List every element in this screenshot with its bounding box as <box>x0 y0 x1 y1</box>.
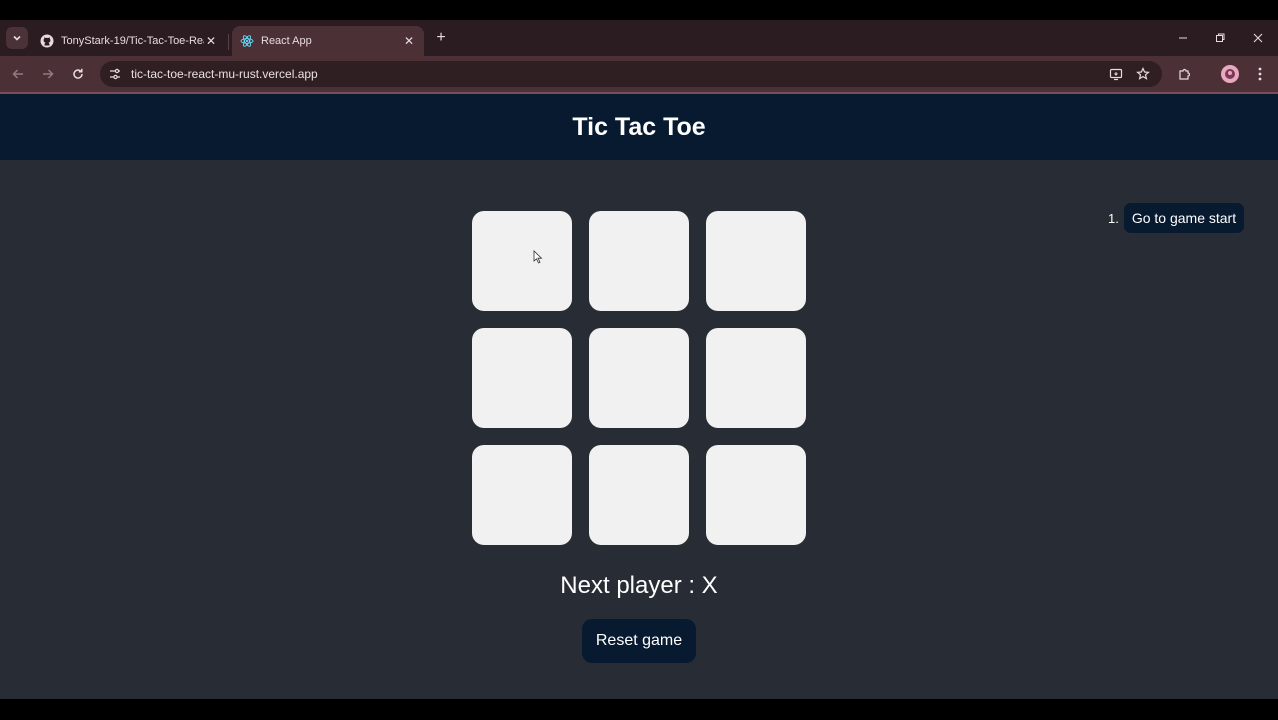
site-settings-icon[interactable] <box>107 66 123 82</box>
bookmark-star-icon[interactable] <box>1135 66 1151 82</box>
page-content: Tic Tac Toe Next player : X Reset game 1… <box>0 94 1278 699</box>
profile-avatar[interactable] <box>1221 65 1239 83</box>
board-square-1[interactable] <box>472 211 572 311</box>
browser-tab-strip: TonyStark-19/Tic-Tac-Toe-React ✕ React A… <box>0 20 1278 56</box>
browser-tab-github[interactable]: TonyStark-19/Tic-Tac-Toe-React ✕ <box>32 26 226 56</box>
bottom-black-bar <box>0 699 1278 720</box>
history-item-number: 1. <box>1108 210 1119 226</box>
game-board <box>472 211 806 545</box>
board-square-8[interactable] <box>589 445 689 545</box>
board-square-6[interactable] <box>706 328 806 428</box>
extensions-puzzle-icon[interactable] <box>1175 64 1195 84</box>
app-header: Tic Tac Toe <box>0 94 1278 160</box>
board-square-2[interactable] <box>589 211 689 311</box>
address-bar[interactable]: tic-tac-toe-react-mu-rust.vercel.app <box>100 61 1162 87</box>
tab-title: React App <box>261 35 312 47</box>
board-square-3[interactable] <box>706 211 806 311</box>
browser-tab-react-app[interactable]: React App ✕ <box>232 26 424 56</box>
new-tab-plus-icon[interactable]: + <box>432 29 450 47</box>
board-square-7[interactable] <box>472 445 572 545</box>
tab-search-button[interactable] <box>6 27 28 49</box>
browser-toolbar: tic-tac-toe-react-mu-rust.vercel.app <box>0 56 1278 92</box>
tab-divider <box>228 34 229 50</box>
url-text[interactable]: tic-tac-toe-react-mu-rust.vercel.app <box>131 67 318 81</box>
profile-icon <box>1225 69 1235 79</box>
more-menu-icon[interactable] <box>1250 64 1270 84</box>
page-title: Tic Tac Toe <box>572 112 706 141</box>
board-square-5[interactable] <box>589 328 689 428</box>
go-to-game-start-button[interactable]: Go to game start <box>1123 203 1245 233</box>
github-icon <box>40 34 54 48</box>
reset-game-button[interactable]: Reset game <box>582 619 696 663</box>
board-square-9[interactable] <box>706 445 806 545</box>
react-icon <box>240 34 254 48</box>
forward-arrow-icon[interactable] <box>38 64 58 84</box>
mouse-cursor-icon <box>533 250 543 269</box>
chevron-down-icon <box>13 35 21 41</box>
minimize-icon[interactable] <box>1173 28 1193 48</box>
window-close-icon[interactable] <box>1248 28 1268 48</box>
tab-title: TonyStark-19/Tic-Tac-Toe-React <box>61 35 204 47</box>
back-arrow-icon[interactable] <box>8 64 28 84</box>
close-icon[interactable]: ✕ <box>204 34 218 48</box>
restore-icon[interactable] <box>1210 28 1230 48</box>
cast-install-icon[interactable] <box>1108 66 1124 82</box>
board-square-4[interactable] <box>472 328 572 428</box>
move-history-list: 1. Go to game start <box>1108 203 1245 233</box>
top-black-bar <box>0 0 1278 20</box>
close-icon[interactable]: ✕ <box>402 34 416 48</box>
reload-icon[interactable] <box>68 64 88 84</box>
game-status: Next player : X <box>560 572 718 599</box>
